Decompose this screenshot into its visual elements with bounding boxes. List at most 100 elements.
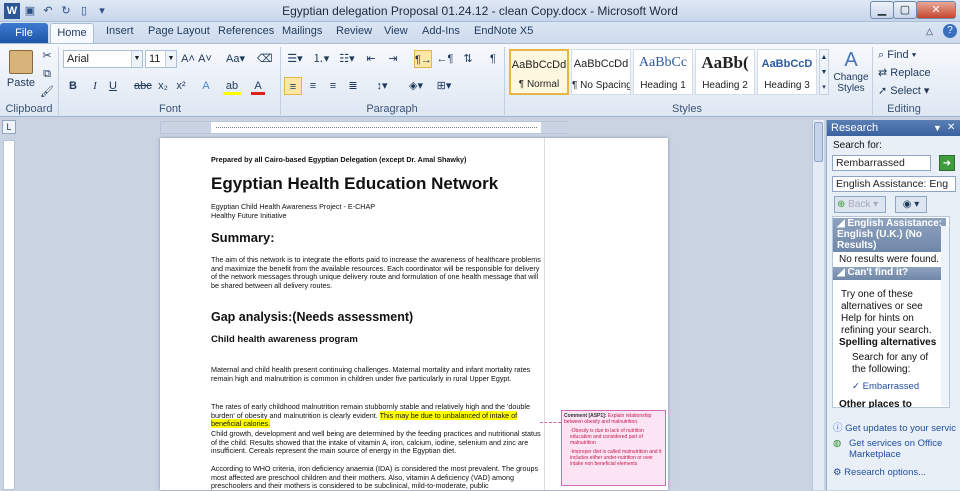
close-button[interactable]: ✕ (916, 1, 956, 19)
chevron-down-icon: ▼ (131, 51, 142, 67)
doc-heading-child: Child health awareness program (211, 334, 358, 345)
decrease-indent-icon[interactable]: ⇤ (363, 50, 379, 68)
font-size-select[interactable]: 11 ▼ (145, 50, 177, 68)
highlight-icon[interactable]: ab (223, 77, 241, 95)
bullets-icon[interactable]: ☰▾ (285, 50, 305, 68)
find-icon: ⌕ (878, 49, 885, 61)
italic-icon[interactable]: I (88, 77, 102, 95)
help-icon[interactable]: ? (943, 24, 957, 38)
tab-page-layout[interactable]: Page Layout (148, 25, 210, 37)
get-updates-link[interactable]: ⓘ Get updates to your servic (833, 420, 960, 434)
close-pane-icon[interactable]: ✕ (947, 120, 955, 136)
title-bar: W ▣ ↶ ↻ ▯ ▾ Egyptian delegation Proposal… (0, 0, 960, 22)
align-right-icon[interactable]: ≡ (325, 77, 341, 95)
align-center-icon[interactable]: ≡ (305, 77, 321, 95)
paragraph-group-label: Paragraph (366, 103, 418, 115)
clipboard-group-label: Clipboard (5, 103, 53, 115)
borders-icon[interactable]: ⊞▾ (434, 77, 454, 95)
minimize-ribbon-icon[interactable]: △ (926, 26, 933, 37)
sort-icon[interactable]: ⇅ (461, 50, 475, 68)
replace-button[interactable]: ⇄ Replace (878, 64, 950, 82)
ribbon: Paste ✂ ⧉ 🖌 Clipboard Arial ▼ 11 ▼ A˄ A˅ A… (0, 43, 960, 117)
info-icon: ⓘ (833, 423, 843, 434)
tab-file[interactable]: File (0, 23, 48, 43)
strikethrough-icon[interactable]: abc (134, 77, 152, 95)
superscript-icon[interactable]: x² (174, 77, 188, 95)
markup-area-divider (544, 138, 545, 490)
change-styles-button[interactable]: A Change Styles (832, 48, 870, 102)
tab-review[interactable]: Review (336, 25, 372, 37)
comment-balloon[interactable]: Comment [ASP1]: Explain relationship bet… (561, 410, 666, 486)
format-painter-icon[interactable]: 🖌 (40, 83, 54, 101)
doc-paragraph-1: Maternal and child health present contin… (211, 365, 531, 383)
forward-button[interactable]: ◉ ▾ (895, 196, 927, 213)
justify-icon[interactable]: ≣ (345, 77, 361, 95)
grow-font-icon[interactable]: A˄ (181, 50, 195, 68)
rtl-direction-icon[interactable]: ←¶ (436, 50, 454, 68)
style-heading-2[interactable]: AaBb( Heading 2 (695, 49, 755, 95)
shading-icon[interactable]: ◈▾ (406, 77, 426, 95)
tab-add-ins[interactable]: Add-Ins (422, 25, 460, 37)
research-options-link[interactable]: ⚙ Research options... (833, 467, 926, 478)
show-paragraph-marks-icon[interactable]: ¶ (486, 50, 500, 68)
cant-find-header[interactable]: ◢ Can't find it? (833, 267, 946, 280)
tab-home[interactable]: Home (50, 23, 94, 44)
vertical-ruler[interactable] (3, 140, 15, 490)
pane-options-icon[interactable]: ▼ (933, 120, 942, 136)
styles-scroll[interactable]: ▲ ▼ ▾ (819, 49, 829, 95)
results-scrollbar[interactable] (941, 226, 949, 406)
copy-icon[interactable]: ⧉ (40, 65, 54, 83)
tab-insert[interactable]: Insert (106, 25, 134, 37)
tab-view[interactable]: View (384, 25, 408, 37)
results-section-header[interactable]: ◢ English Assistance: English (U.K.) (No… (833, 218, 946, 252)
horizontal-ruler[interactable] (160, 121, 568, 134)
clear-formatting-icon[interactable]: ⌫ (257, 50, 273, 68)
research-source-select[interactable]: English Assistance: Eng (832, 176, 956, 192)
get-services-link[interactable]: ◍ Get services on Office Marketplace (833, 438, 958, 460)
document-scrollbar[interactable] (812, 120, 824, 490)
text-effects-icon[interactable]: A (199, 77, 213, 95)
numbering-icon[interactable]: ⒈▾ (311, 50, 331, 68)
maximize-button[interactable]: ▢ (893, 1, 917, 19)
forward-icon: ◉ ▾ (902, 199, 920, 210)
ltr-direction-icon[interactable]: ¶→ (414, 50, 432, 68)
doc-paragraph-3: Child growth, development and well being… (211, 429, 541, 456)
align-left-icon[interactable]: ≡ (284, 77, 302, 95)
subscript-icon[interactable]: x₂ (156, 77, 170, 95)
research-search-input[interactable]: Rembarrassed (832, 155, 931, 171)
minimize-button[interactable]: ▁ (870, 1, 894, 19)
style-heading-1[interactable]: AaBbCc Heading 1 (633, 49, 693, 95)
select-button[interactable]: ➚ Select ▾ (878, 82, 950, 100)
paste-button[interactable]: Paste (4, 48, 38, 102)
chevron-down-icon: ▼ (165, 51, 176, 67)
style-normal[interactable]: AaBbCcDd ¶ Normal (509, 49, 569, 95)
tab-endnote[interactable]: EndNote X5 (474, 25, 533, 37)
style-heading-3[interactable]: AaBbCcD Heading 3 (757, 49, 817, 95)
doc-heading-summary: Summary: (211, 230, 275, 245)
tab-mailings[interactable]: Mailings (282, 25, 322, 37)
back-button[interactable]: ⊕ Back ▾ (834, 196, 886, 213)
increase-indent-icon[interactable]: ⇥ (385, 50, 401, 68)
cut-icon[interactable]: ✂ (40, 47, 54, 65)
styles-group-label: Styles (672, 103, 702, 115)
globe-icon: ◍ (833, 438, 842, 449)
shrink-font-icon[interactable]: A˅ (198, 50, 212, 68)
bold-icon[interactable]: B (66, 77, 80, 95)
start-search-button[interactable]: ➜ (939, 155, 955, 171)
style-no-spacing[interactable]: AaBbCcDd ¶ No Spacing (571, 49, 631, 95)
scrollbar-thumb[interactable] (814, 122, 823, 162)
font-color-icon[interactable]: A (251, 77, 265, 95)
suggestion-link[interactable]: ✓ Embarrassed (852, 381, 919, 392)
search-any-text: Search for any of the following: (852, 352, 929, 375)
find-button[interactable]: ⌕ Find ▾ (878, 46, 938, 64)
editing-group-label: Editing (887, 103, 921, 115)
underline-icon[interactable]: U (106, 77, 120, 95)
multilevel-list-icon[interactable]: ☷▾ (337, 50, 357, 68)
line-spacing-icon[interactable]: ↕▾ (372, 77, 392, 95)
tab-selector[interactable]: L (2, 120, 16, 134)
change-case-icon[interactable]: Aa▾ (226, 50, 245, 68)
tab-references[interactable]: References (218, 25, 274, 37)
font-size-value: 11 (149, 53, 161, 65)
replace-icon: ⇄ (878, 67, 888, 79)
font-family-select[interactable]: Arial ▼ (63, 50, 143, 68)
